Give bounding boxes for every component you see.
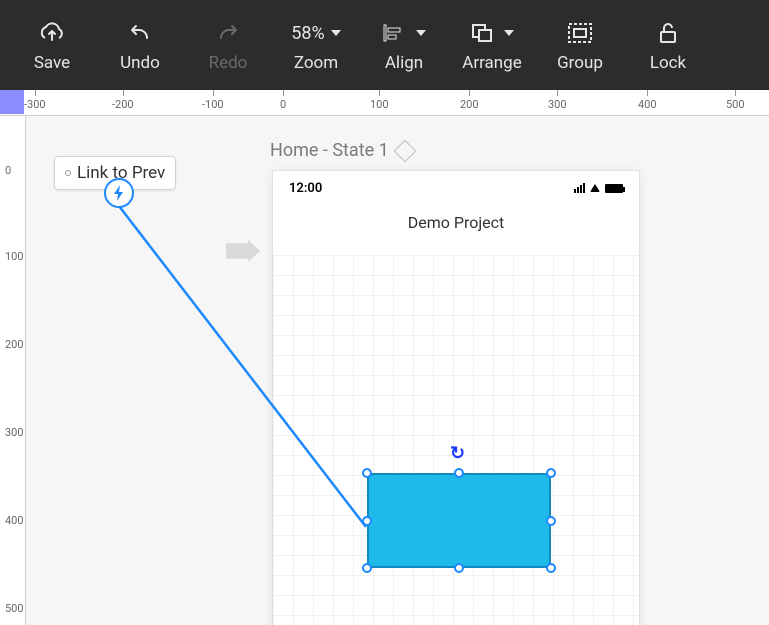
ruler-v-tick: 0 bbox=[5, 164, 11, 177]
ruler-v-tick: 400 bbox=[5, 514, 24, 527]
save-label: Save bbox=[34, 53, 70, 73]
interaction-bolt-icon[interactable] bbox=[104, 178, 134, 208]
undo-button[interactable]: Undo bbox=[100, 17, 180, 73]
frame-title-text: Home - State 1 bbox=[270, 140, 389, 161]
redo-icon bbox=[215, 17, 241, 49]
frame-title[interactable]: Home - State 1 bbox=[270, 140, 413, 161]
align-button[interactable]: Align bbox=[364, 17, 444, 73]
ruler-h-tick: -300 bbox=[24, 98, 46, 111]
chevron-down-icon bbox=[331, 30, 341, 36]
chevron-down-icon bbox=[416, 30, 426, 36]
cellular-icon bbox=[574, 183, 585, 193]
zoom-control[interactable]: 58% Zoom bbox=[276, 17, 356, 73]
status-bar: 12:00 bbox=[273, 171, 639, 205]
ruler-h-tick: -200 bbox=[112, 98, 134, 111]
battery-icon bbox=[605, 184, 623, 193]
resize-handle-tl[interactable] bbox=[362, 468, 372, 478]
status-icons bbox=[574, 183, 623, 193]
ruler-v-tick: 500 bbox=[5, 602, 24, 615]
ruler-v-tick: 200 bbox=[5, 338, 24, 351]
canvas[interactable]: Link to Prev Home - State 1 12:00 Demo P… bbox=[26, 116, 769, 625]
device-frame[interactable]: 12:00 Demo Project ↻ bbox=[272, 170, 640, 625]
resize-handle-tm[interactable] bbox=[454, 468, 464, 478]
chevron-down-icon bbox=[504, 30, 514, 36]
ruler-v-tick: 100 bbox=[5, 250, 24, 263]
ruler-origin-marker bbox=[0, 90, 24, 114]
undo-icon bbox=[127, 17, 153, 49]
anchor-dot-icon bbox=[65, 170, 71, 176]
toolbar: Save Undo Redo 58% Zoom Align Arrange bbox=[0, 0, 769, 90]
arrange-icon bbox=[470, 17, 514, 49]
frame-settings-icon[interactable] bbox=[393, 139, 416, 162]
ruler-horizontal[interactable]: -300 -200 -100 0 100 200 300 400 500 bbox=[0, 90, 769, 116]
resize-handle-mr[interactable] bbox=[546, 516, 556, 526]
align-label: Align bbox=[385, 53, 423, 73]
ruler-h-tick: 100 bbox=[370, 98, 389, 111]
ruler-h-tick: 500 bbox=[726, 98, 745, 111]
save-button[interactable]: Save bbox=[12, 17, 92, 73]
arrange-button[interactable]: Arrange bbox=[452, 17, 532, 73]
selected-shape[interactable]: ↻ bbox=[367, 473, 551, 568]
group-label: Group bbox=[557, 53, 603, 73]
cloud-upload-icon bbox=[38, 17, 66, 49]
resize-handle-bm[interactable] bbox=[454, 563, 464, 573]
lock-label: Lock bbox=[650, 53, 686, 73]
rotate-icon[interactable]: ↻ bbox=[450, 443, 465, 464]
ruler-v-tick: 300 bbox=[5, 426, 24, 439]
lock-open-icon bbox=[657, 17, 679, 49]
status-time: 12:00 bbox=[289, 181, 322, 196]
zoom-percent: 58% bbox=[291, 23, 324, 44]
rectangle-shape[interactable] bbox=[367, 473, 551, 568]
redo-label: Redo bbox=[209, 53, 248, 73]
group-icon bbox=[567, 17, 593, 49]
resize-handle-bl[interactable] bbox=[362, 563, 372, 573]
page-arrow-icon bbox=[226, 240, 260, 262]
ruler-vertical[interactable]: 0 100 200 300 400 500 bbox=[0, 116, 26, 625]
group-button[interactable]: Group bbox=[540, 17, 620, 73]
redo-button: Redo bbox=[188, 17, 268, 73]
resize-handle-tr[interactable] bbox=[546, 468, 556, 478]
zoom-value: 58% bbox=[291, 17, 340, 49]
ruler-h-tick: 300 bbox=[548, 98, 567, 111]
ruler-h-tick: 0 bbox=[280, 98, 286, 111]
align-icon bbox=[382, 17, 426, 49]
ruler-h-tick: 200 bbox=[460, 98, 479, 111]
lock-button[interactable]: Lock bbox=[628, 17, 708, 73]
resize-handle-ml[interactable] bbox=[362, 516, 372, 526]
undo-label: Undo bbox=[120, 53, 160, 73]
ruler-h-tick: -100 bbox=[202, 98, 224, 111]
arrange-label: Arrange bbox=[462, 53, 521, 73]
zoom-label: Zoom bbox=[294, 53, 338, 73]
wifi-icon bbox=[590, 184, 600, 192]
ruler-h-tick: 400 bbox=[638, 98, 657, 111]
resize-handle-br[interactable] bbox=[546, 563, 556, 573]
app-title: Demo Project bbox=[273, 213, 639, 232]
